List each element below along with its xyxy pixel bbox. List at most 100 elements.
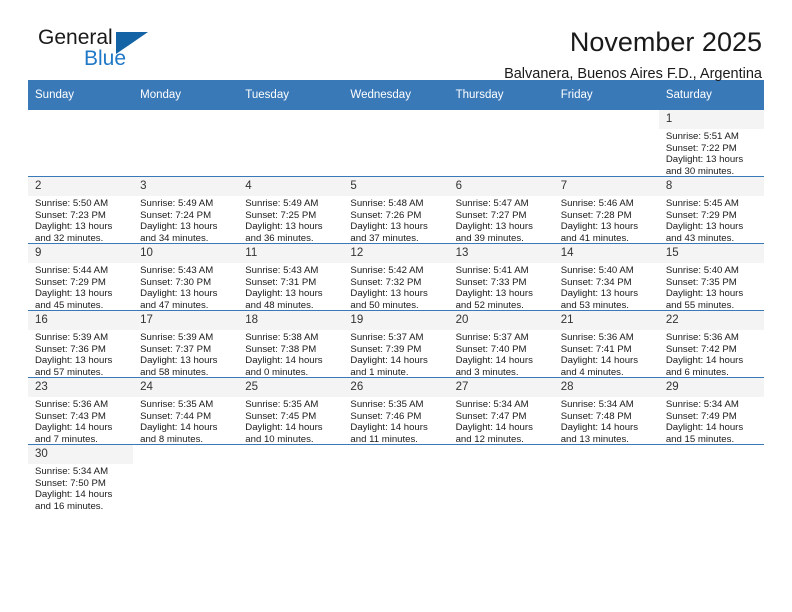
weekday-header-saturday: Saturday [658,80,764,110]
sunrise-text: Sunrise: 5:34 AM [560,399,634,410]
brand-logo[interactable]: General Blue [28,26,158,82]
sunrise-text: Sunrise: 5:40 AM [560,265,634,276]
daylight-text: Daylight: 13 hours and 32 minutes. [35,221,113,244]
calendar-cell-blank [658,444,764,511]
day-box: 7 Sunrise: 5:46 AM Sunset: 7:28 PM Daylight… [553,177,659,244]
daylight-text: Daylight: 13 hours and 47 minutes. [140,288,218,311]
calendar-day-cell[interactable]: 7 Sunrise: 5:46 AM Sunset: 7:28 PM Daylight… [553,176,659,244]
calendar-day-cell[interactable]: 2 Sunrise: 5:50 AM Sunset: 7:23 PM Daylight… [28,176,134,244]
calendar-day-cell[interactable]: 17 Sunrise: 5:39 AM Sunset: 7:37 PM Dayligh… [133,310,239,378]
sunset-text: Sunset: 7:26 PM [350,209,422,221]
sunset-text: Sunset: 7:34 PM [560,276,632,288]
calendar-day-cell[interactable]: 26 Sunrise: 5:35 AM Sunset: 7:46 PM Dayligh… [343,377,449,445]
sunrise-text: Sunrise: 5:46 AM [560,198,634,209]
calendar-day-cell[interactable]: 11 Sunrise: 5:43 AM Sunset: 7:31 PM Dayligh… [238,243,344,311]
calendar-day-cell[interactable]: 14 Sunrise: 5:40 AM Sunset: 7:34 PM Dayligh… [553,243,659,311]
calendar-day-cell[interactable]: 25 Sunrise: 5:35 AM Sunset: 7:45 PM Dayligh… [238,377,344,445]
day-number: 28 [553,378,659,397]
day-details: Sunrise: 5:41 AM Sunset: 7:33 PM Daylight:… [449,263,554,311]
day-box: 21 Sunrise: 5:36 AM Sunset: 7:41 PM Dayligh… [553,311,659,378]
day-details: Sunrise: 5:46 AM Sunset: 7:28 PM Daylight:… [554,196,659,244]
day-box: 20 Sunrise: 5:37 AM Sunset: 7:40 PM Dayligh… [448,311,554,378]
calendar-day-cell[interactable]: 12 Sunrise: 5:42 AM Sunset: 7:32 PM Dayligh… [343,243,449,311]
day-box: 27 Sunrise: 5:34 AM Sunset: 7:47 PM Dayligh… [448,378,554,445]
calendar-day-cell[interactable]: 29 Sunrise: 5:34 AM Sunset: 7:49 PM Dayligh… [658,377,764,445]
sunrise-text: Sunrise: 5:36 AM [35,399,109,410]
sunrise-text: Sunrise: 5:37 AM [455,332,529,343]
daylight-text: Daylight: 14 hours and 11 minutes. [350,422,428,445]
sunset-text: Sunset: 7:45 PM [245,410,317,422]
day-number: 14 [553,244,659,263]
calendar-day-cell[interactable]: 30 Sunrise: 5:34 AM Sunset: 7:50 PM Dayligh… [28,444,134,512]
calendar-week-row: 30 Sunrise: 5:34 AM Sunset: 7:50 PM Dayligh… [28,444,764,512]
triangle-logo-icon [116,32,148,54]
calendar-day-cell[interactable]: 10 Sunrise: 5:43 AM Sunset: 7:30 PM Dayligh… [133,243,239,311]
calendar-day-cell[interactable]: 23 Sunrise: 5:36 AM Sunset: 7:43 PM Dayligh… [28,377,134,445]
calendar-day-cell[interactable]: 19 Sunrise: 5:37 AM Sunset: 7:39 PM Dayligh… [343,310,449,378]
sunrise-text: Sunrise: 5:39 AM [140,332,214,343]
calendar-day-cell[interactable]: 4 Sunrise: 5:49 AM Sunset: 7:25 PM Daylight… [238,176,344,244]
day-number: 23 [28,378,134,397]
daylight-text: Daylight: 14 hours and 15 minutes. [665,422,744,445]
calendar-table: Sunday Monday Tuesday Wednesday Thursday Frid… [28,80,764,512]
calendar-header-row: Sunday Monday Tuesday Wednesday Thursday Frid… [28,80,764,110]
calendar-day-cell[interactable]: 24 Sunrise: 5:35 AM Sunset: 7:44 PM Dayligh… [133,377,239,445]
sunrise-text: Sunrise: 5:35 AM [350,399,424,410]
day-box: 4 Sunrise: 5:49 AM Sunset: 7:25 PM Daylight… [238,177,344,244]
calendar-day-cell[interactable]: 16 Sunrise: 5:39 AM Sunset: 7:36 PM Dayligh… [28,310,134,378]
daylight-text: Daylight: 13 hours and 53 minutes. [560,288,639,311]
daylight-text: Daylight: 14 hours and 3 minutes. [455,355,533,378]
calendar-week-row: 2 Sunrise: 5:50 AM Sunset: 7:23 PM Daylight… [28,176,764,244]
calendar-day-cell[interactable]: 8 Sunrise: 5:45 AM Sunset: 7:29 PM Daylight… [658,176,764,244]
calendar-week-row: 1 Sunrise: 5:51 AM Sunset: 7:22 PM Daylight… [28,109,764,177]
calendar-day-cell[interactable]: 5 Sunrise: 5:48 AM Sunset: 7:26 PM Daylight… [343,176,449,244]
page-subtitle: Balvanera, Buenos Aires F.D., Argentina [504,66,762,82]
sunset-text: Sunset: 7:37 PM [140,343,212,355]
calendar-day-cell[interactable]: 6 Sunrise: 5:47 AM Sunset: 7:27 PM Daylight… [448,176,554,244]
day-details: Sunrise: 5:42 AM Sunset: 7:32 PM Daylight:… [343,263,448,311]
day-details: Sunrise: 5:36 AM Sunset: 7:41 PM Daylight:… [554,330,659,378]
sunrise-text: Sunrise: 5:42 AM [350,265,424,276]
calendar-cell-blank [553,444,659,511]
day-details: Sunrise: 5:49 AM Sunset: 7:24 PM Daylight:… [133,196,238,244]
page-title: November 2025 [569,27,762,57]
day-details: Sunrise: 5:50 AM Sunset: 7:23 PM Daylight:… [28,196,133,244]
calendar-day-cell[interactable]: 27 Sunrise: 5:34 AM Sunset: 7:47 PM Dayligh… [448,377,554,445]
calendar-body: 1 Sunrise: 5:51 AM Sunset: 7:22 PM Daylight… [28,109,764,512]
sunset-text: Sunset: 7:39 PM [350,343,422,355]
day-details: Sunrise: 5:40 AM Sunset: 7:35 PM Daylight:… [659,263,764,311]
day-details: Sunrise: 5:49 AM Sunset: 7:25 PM Daylight:… [238,196,343,244]
sunrise-text: Sunrise: 5:49 AM [140,198,214,209]
day-box: 10 Sunrise: 5:43 AM Sunset: 7:30 PM Dayligh… [133,244,239,311]
calendar-day-cell[interactable]: 3 Sunrise: 5:49 AM Sunset: 7:24 PM Daylight… [133,176,239,244]
day-details: Sunrise: 5:43 AM Sunset: 7:31 PM Daylight:… [238,263,343,311]
calendar-day-cell[interactable]: 15 Sunrise: 5:40 AM Sunset: 7:35 PM Dayligh… [658,243,764,311]
day-number: 7 [553,177,659,196]
day-number: 22 [658,311,764,330]
day-box: 15 Sunrise: 5:40 AM Sunset: 7:35 PM Dayligh… [658,244,764,311]
calendar-day-cell[interactable]: 1 Sunrise: 5:51 AM Sunset: 7:22 PM Daylight… [658,109,764,177]
day-number: 24 [133,378,239,397]
calendar-day-cell[interactable]: 13 Sunrise: 5:41 AM Sunset: 7:33 PM Dayligh… [448,243,554,311]
day-details: Sunrise: 5:34 AM Sunset: 7:50 PM Daylight:… [28,464,133,512]
day-box: 23 Sunrise: 5:36 AM Sunset: 7:43 PM Dayligh… [28,378,134,445]
calendar-day-cell[interactable]: 18 Sunrise: 5:38 AM Sunset: 7:38 PM Dayligh… [238,310,344,378]
day-number: 30 [28,445,134,464]
daylight-text: Daylight: 13 hours and 57 minutes. [35,355,113,378]
day-number: 11 [238,244,344,263]
calendar-day-cell[interactable]: 9 Sunrise: 5:44 AM Sunset: 7:29 PM Daylight… [28,243,134,311]
calendar-day-cell[interactable]: 28 Sunrise: 5:34 AM Sunset: 7:48 PM Dayligh… [553,377,659,445]
weekday-header-thursday: Thursday [448,80,554,110]
daylight-text: Daylight: 13 hours and 43 minutes. [665,221,744,244]
calendar-day-cell[interactable]: 21 Sunrise: 5:36 AM Sunset: 7:41 PM Dayligh… [553,310,659,378]
daylight-text: Daylight: 13 hours and 58 minutes. [140,355,218,378]
day-details: Sunrise: 5:44 AM Sunset: 7:29 PM Daylight:… [28,263,133,311]
day-number: 10 [133,244,239,263]
day-number: 9 [28,244,134,263]
sunrise-text: Sunrise: 5:34 AM [35,466,109,477]
sunrise-text: Sunrise: 5:39 AM [35,332,109,343]
calendar-day-cell[interactable]: 22 Sunrise: 5:36 AM Sunset: 7:42 PM Dayligh… [658,310,764,378]
daylight-text: Daylight: 13 hours and 39 minutes. [455,221,533,244]
sunrise-text: Sunrise: 5:49 AM [245,198,319,209]
calendar-day-cell[interactable]: 20 Sunrise: 5:37 AM Sunset: 7:40 PM Dayligh… [448,310,554,378]
